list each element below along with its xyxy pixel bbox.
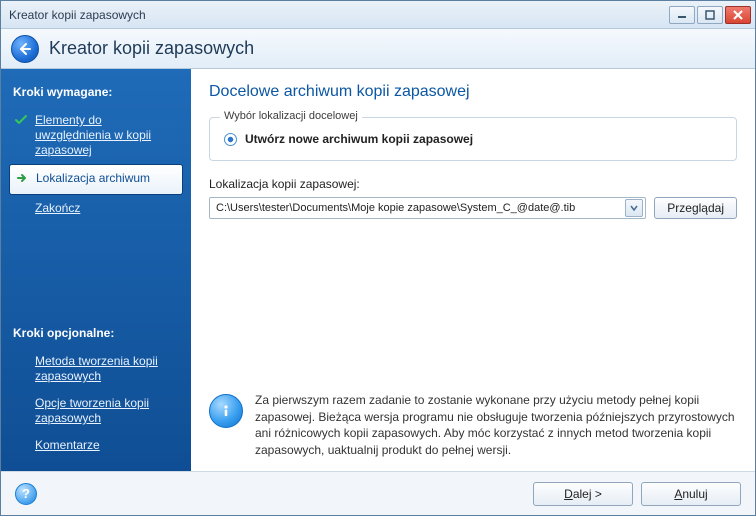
dropdown-button[interactable] (625, 199, 643, 217)
checkmark-icon (15, 114, 29, 130)
step-label: Metoda tworzenia kopii zapasowych (35, 354, 177, 384)
step-archive-location[interactable]: Lokalizacja archiwum (9, 164, 183, 195)
step-label: Lokalizacja archiwum (36, 171, 150, 186)
wizard-sidebar: Kroki wymagane: Elementy do uwzględnieni… (1, 69, 191, 471)
optional-steps-title: Kroki opcjonalne: (13, 326, 179, 340)
window-title: Kreator kopii zapasowych (9, 8, 667, 22)
step-label: Komentarze (35, 438, 100, 453)
maximize-button[interactable] (697, 6, 723, 24)
wizard-footer: ? Dalej > Anuluj (1, 471, 755, 515)
next-rest: alej > (573, 487, 602, 501)
main-panel: Docelowe archiwum kopii zapasowej Wybór … (191, 69, 755, 471)
required-steps-title: Kroki wymagane: (13, 85, 179, 99)
step-label: Opcje tworzenia kopii zapasowych (35, 396, 177, 426)
step-comments[interactable]: Komentarze (9, 432, 183, 459)
next-mnemonic: D (564, 487, 573, 501)
arrow-right-icon (16, 172, 30, 188)
step-elements-to-include[interactable]: Elementy do uwzględnienia w kopii zapaso… (9, 107, 183, 164)
body: Kroki wymagane: Elementy do uwzględnieni… (1, 69, 755, 471)
info-text: Za pierwszym razem zadanie to zostanie w… (255, 392, 737, 459)
location-field-label: Lokalizacja kopii zapasowej: (209, 177, 737, 191)
radio-create-new-archive[interactable]: Utwórz nowe archiwum kopii zapasowej (224, 132, 722, 146)
location-value: C:\Users\tester\Documents\Moje kopie zap… (216, 202, 625, 214)
info-icon (209, 394, 243, 428)
page-title: Kreator kopii zapasowych (49, 38, 254, 59)
info-note: Za pierwszym razem zadanie to zostanie w… (209, 392, 737, 459)
next-button[interactable]: Dalej > (533, 482, 633, 506)
header-band: Kreator kopii zapasowych (1, 29, 755, 69)
minimize-button[interactable] (669, 6, 695, 24)
location-row: C:\Users\tester\Documents\Moje kopie zap… (209, 197, 737, 219)
help-button[interactable]: ? (15, 483, 37, 505)
browse-button-label: Przeglądaj (667, 201, 724, 215)
cancel-button[interactable]: Anuluj (641, 482, 741, 506)
radio-icon (224, 133, 237, 146)
step-finish[interactable]: Zakończ (9, 195, 183, 222)
chevron-down-icon (630, 204, 638, 212)
wizard-window: Kreator kopii zapasowych Kreator kopii z… (0, 0, 756, 516)
browse-button[interactable]: Przeglądaj (654, 197, 737, 219)
radio-label: Utwórz nowe archiwum kopii zapasowej (245, 132, 473, 146)
step-backup-method[interactable]: Metoda tworzenia kopii zapasowych (9, 348, 183, 390)
back-button[interactable] (11, 35, 39, 63)
step-label: Elementy do uwzględnienia w kopii zapaso… (35, 113, 177, 158)
target-location-groupbox: Wybór lokalizacji docelowej Utwórz nowe … (209, 117, 737, 161)
groupbox-legend: Wybór lokalizacji docelowej (220, 110, 362, 122)
step-backup-options[interactable]: Opcje tworzenia kopii zapasowych (9, 390, 183, 432)
step-label: Zakończ (35, 201, 80, 216)
titlebar: Kreator kopii zapasowych (1, 1, 755, 29)
location-combobox[interactable]: C:\Users\tester\Documents\Moje kopie zap… (209, 197, 646, 219)
cancel-rest: nuluj (682, 487, 707, 501)
close-button[interactable] (725, 6, 751, 24)
section-heading: Docelowe archiwum kopii zapasowej (209, 83, 737, 101)
